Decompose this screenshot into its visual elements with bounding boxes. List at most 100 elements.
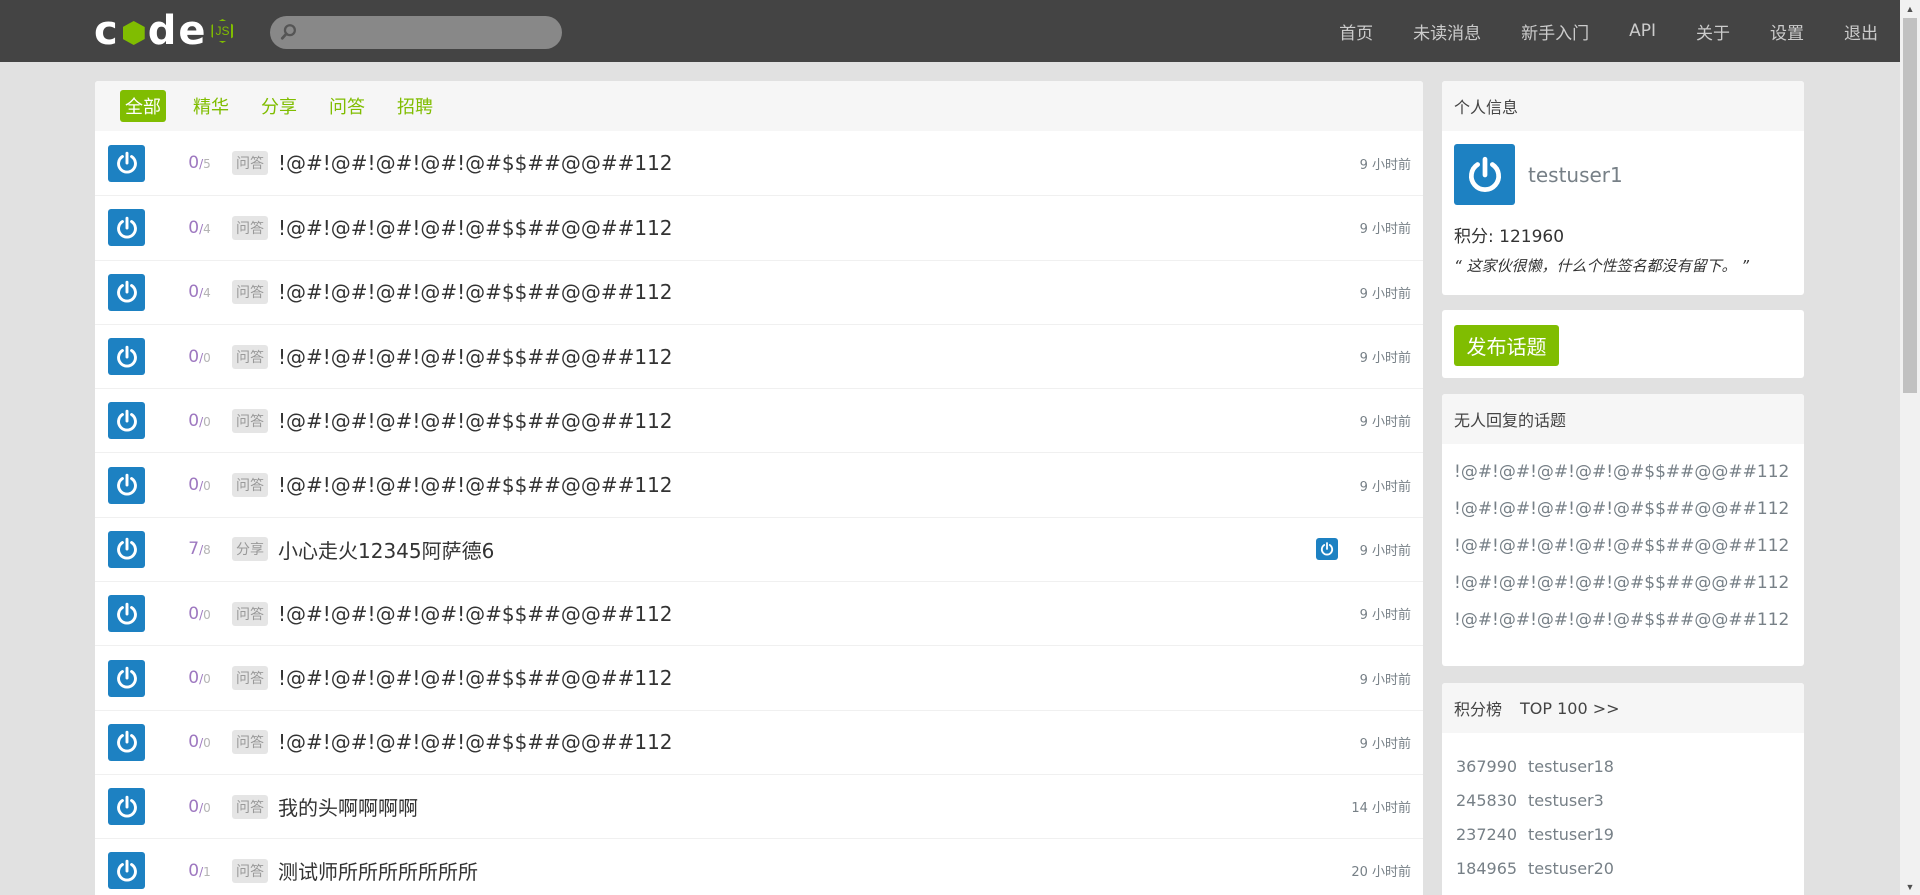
topic-tabs: 全部 精华 分享 问答 招聘 [95, 81, 1423, 131]
cnode-logo[interactable]: c de JS [94, 8, 234, 54]
author-avatar[interactable] [108, 788, 145, 826]
topic-title-link[interactable]: !@#!@#!@#!@#!@#$$##@@##112 [278, 345, 673, 369]
rank-header: 积分榜 TOP 100 >> [1442, 683, 1804, 733]
scroll-up-arrow-icon[interactable]: ▲ [1900, 0, 1920, 17]
page-scrollbar[interactable]: ▲ ▼ [1900, 0, 1920, 895]
author-avatar[interactable] [108, 723, 145, 761]
author-avatar[interactable] [108, 144, 145, 182]
visit-count: 0 [203, 672, 211, 687]
topic-time: 9 小时前 [1359, 479, 1411, 495]
nav-about-link[interactable]: 关于 [1696, 19, 1730, 44]
topic-title-link[interactable]: !@#!@#!@#!@#!@#$$##@@##112 [278, 409, 673, 433]
author-avatar[interactable] [108, 595, 145, 633]
no-reply-topic-link[interactable]: !@#!@#!@#!@#!@#$$##@@##112 [1454, 602, 1792, 639]
topic-title-link[interactable]: !@#!@#!@#!@#!@#$$##@@##112 [278, 666, 673, 690]
tab-all[interactable]: 全部 [120, 90, 166, 122]
reply-count: 0 [188, 860, 200, 881]
user-row: testuser1 [1454, 144, 1623, 205]
author-avatar[interactable] [108, 402, 145, 440]
nav-api-link[interactable]: API [1629, 21, 1656, 41]
visit-count: 1 [203, 864, 211, 879]
nav-unread-link[interactable]: 未读消息 [1413, 19, 1481, 44]
topic-row: 0/0 问答 !@#!@#!@#!@#!@#$$##@@##112 9 小时前 [95, 323, 1423, 388]
rank-item: 245830 testuser3 [1456, 783, 1790, 817]
top100-link[interactable]: TOP 100 >> [1520, 699, 1620, 718]
power-icon [116, 602, 137, 625]
topic-rows: 0/5 问答 !@#!@#!@#!@#!@#$$##@@##112 9 小时前 0/4 问… [95, 131, 1423, 895]
no-reply-topic-link[interactable]: !@#!@#!@#!@#!@#$$##@@##112 [1454, 454, 1792, 491]
topic-title-link[interactable]: !@#!@#!@#!@#!@#$$##@@##112 [278, 216, 673, 240]
reply-count: 0 [188, 282, 200, 303]
user-avatar[interactable] [1454, 144, 1515, 205]
tab-ask[interactable]: 问答 [324, 90, 370, 122]
visit-count: 0 [203, 479, 211, 494]
create-topic-panel: 发布话题 [1442, 310, 1804, 378]
topic-tag: 问答 [232, 473, 268, 498]
topic-row: 0/1 问答 测试师所所所所所所所 20 小时前 [95, 838, 1423, 895]
topic-title-link[interactable]: !@#!@#!@#!@#!@#$$##@@##112 [278, 602, 673, 626]
username-link[interactable]: testuser1 [1528, 163, 1623, 187]
author-avatar[interactable] [108, 273, 145, 311]
topic-time: 20 小时前 [1351, 865, 1411, 881]
user-info-panel: 个人信息 testuser1 积分: 121960 “ 这家伙很懒，什么个性签名… [1442, 81, 1804, 295]
scroll-thumb[interactable] [1903, 18, 1917, 393]
rank-user-link[interactable]: testuser3 [1528, 791, 1604, 810]
user-info-header: 个人信息 [1442, 81, 1804, 131]
power-icon [116, 538, 137, 560]
nav-logout-link[interactable]: 退出 [1844, 19, 1878, 44]
rank-score: 245830 [1456, 790, 1518, 810]
author-avatar[interactable] [108, 530, 145, 568]
reply-count: 0 [188, 668, 200, 689]
visit-count: 0 [203, 350, 211, 365]
topic-title-link[interactable]: !@#!@#!@#!@#!@#$$##@@##112 [278, 473, 673, 497]
search-input[interactable] [270, 16, 562, 49]
tab-job[interactable]: 招聘 [392, 90, 438, 122]
topic-row: 0/0 问答 !@#!@#!@#!@#!@#$$##@@##112 9 小时前 [95, 645, 1423, 709]
no-reply-topic-link[interactable]: !@#!@#!@#!@#!@#$$##@@##112 [1454, 491, 1792, 528]
topic-title-link[interactable]: !@#!@#!@#!@#!@#$$##@@##112 [278, 730, 673, 754]
no-reply-panel: 无人回复的话题 !@#!@#!@#!@#!@#$$##@@##112 !@#!@… [1442, 394, 1804, 666]
author-avatar[interactable] [108, 659, 145, 697]
topic-title-link[interactable]: !@#!@#!@#!@#!@#$$##@@##112 [278, 151, 673, 175]
last-reply-avatar[interactable] [1316, 538, 1338, 561]
logo-js-badge: JS [211, 19, 234, 43]
power-icon [1320, 542, 1334, 556]
rank-score: 367990 [1456, 756, 1518, 776]
reply-visit-count: 0/4 [177, 218, 222, 238]
topic-title-link[interactable]: 测试师所所所所所所所 [278, 856, 478, 885]
reply-visit-count: 0/0 [177, 347, 222, 367]
topic-title-link[interactable]: 我的头啊啊啊啊 [278, 792, 418, 821]
create-topic-button[interactable]: 发布话题 [1454, 325, 1559, 366]
rank-user-link[interactable]: testuser19 [1528, 825, 1614, 844]
power-icon [116, 345, 137, 368]
tab-good[interactable]: 精华 [188, 90, 234, 122]
topic-title-link[interactable]: !@#!@#!@#!@#!@#$$##@@##112 [278, 280, 673, 304]
rank-item: 184965 testuser20 [1456, 851, 1790, 885]
topic-tag: 问答 [232, 280, 268, 305]
author-avatar[interactable] [108, 466, 145, 504]
visit-count: 0 [203, 607, 211, 622]
author-avatar[interactable] [108, 338, 145, 376]
topic-title-link[interactable]: 小心走火12345阿萨德6 [278, 535, 494, 564]
no-reply-topic-link[interactable]: !@#!@#!@#!@#!@#$$##@@##112 [1454, 565, 1792, 602]
logo-text: c de [94, 8, 208, 54]
topic-tag: 分享 [232, 537, 268, 562]
reply-visit-count: 0/0 [177, 732, 222, 752]
nav-getstart-link[interactable]: 新手入门 [1521, 19, 1589, 44]
no-reply-topic-link[interactable]: !@#!@#!@#!@#!@#$$##@@##112 [1454, 528, 1792, 565]
topic-tag: 问答 [232, 601, 268, 626]
power-icon [116, 795, 137, 818]
rank-user-link[interactable]: testuser18 [1528, 757, 1614, 776]
author-avatar[interactable] [108, 852, 145, 890]
topic-tag: 问答 [232, 858, 268, 883]
nav-home-link[interactable]: 首页 [1339, 19, 1373, 44]
tab-share[interactable]: 分享 [256, 90, 302, 122]
power-icon [116, 473, 137, 496]
rank-user-link[interactable]: testuser20 [1528, 859, 1614, 878]
rank-list: 367990 testuser18 245830 testuser3 23724… [1442, 733, 1804, 895]
author-avatar[interactable] [108, 209, 145, 247]
scroll-down-arrow-icon[interactable]: ▼ [1900, 878, 1920, 895]
nav-settings-link[interactable]: 设置 [1770, 19, 1804, 44]
topic-row: 7/8 分享 小心走火12345阿萨德6 9 小时前 [95, 516, 1423, 581]
reply-visit-count: 7/8 [177, 539, 222, 559]
